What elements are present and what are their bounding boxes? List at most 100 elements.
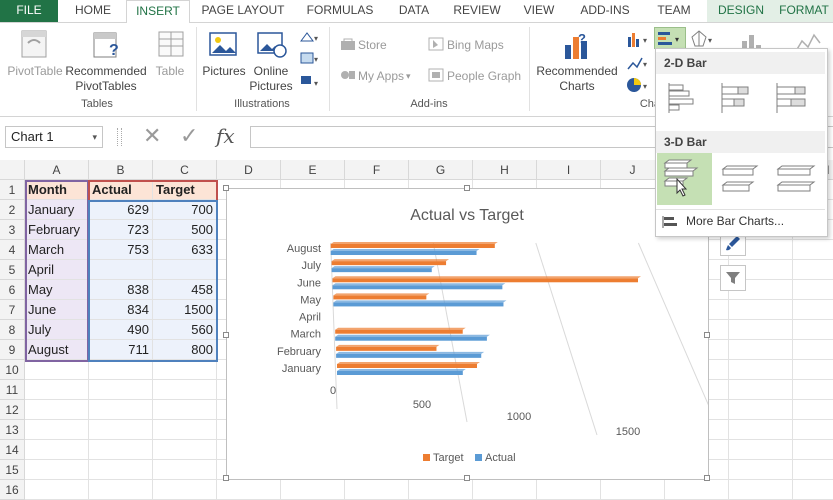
chart-object[interactable]: Actual vs Target January February March Apr…	[223, 185, 728, 481]
empty-cell[interactable]	[153, 420, 217, 440]
pictures-icon[interactable]	[208, 29, 238, 62]
clustered-bar-2d-option[interactable]	[666, 81, 700, 118]
row-header-7[interactable]: 7	[0, 300, 25, 320]
row-header-11[interactable]: 11	[0, 380, 25, 400]
empty-cell[interactable]	[729, 300, 793, 320]
empty-cell[interactable]	[793, 260, 833, 280]
empty-cell[interactable]	[793, 440, 833, 460]
bar-chart-button[interactable]: ▾	[654, 27, 686, 49]
bar-target-january[interactable]	[337, 364, 477, 368]
people-graph-button[interactable]: People Graph	[447, 69, 521, 84]
name-box-dropdown-icon[interactable]: ▾	[92, 127, 97, 147]
empty-cell[interactable]	[25, 460, 89, 480]
empty-cell[interactable]	[793, 380, 833, 400]
empty-cell[interactable]	[793, 300, 833, 320]
people-graph-icon[interactable]	[428, 68, 444, 85]
column-header-d[interactable]: D	[217, 160, 281, 180]
row-header-1[interactable]: 1	[0, 180, 25, 200]
empty-cell[interactable]	[153, 460, 217, 480]
data-cell[interactable]: 458	[153, 280, 217, 300]
store-icon[interactable]	[340, 37, 356, 54]
resize-handle[interactable]	[223, 332, 229, 338]
data-cell[interactable]: 800	[153, 340, 217, 360]
tab-design[interactable]: DESIGN	[707, 0, 775, 22]
bar-target-august[interactable]	[330, 244, 495, 248]
empty-cell[interactable]	[153, 360, 217, 380]
row-header-15[interactable]: 15	[0, 460, 25, 480]
column-header-i[interactable]: I	[537, 160, 601, 180]
empty-cell[interactable]	[25, 380, 89, 400]
chart-filters-button[interactable]	[720, 265, 746, 291]
header-cell[interactable]: Month	[25, 180, 89, 200]
empty-cell[interactable]	[729, 460, 793, 480]
empty-cell[interactable]	[153, 380, 217, 400]
online-pictures-icon[interactable]	[256, 29, 288, 62]
empty-cell[interactable]	[153, 440, 217, 460]
row-header-16[interactable]: 16	[0, 480, 25, 500]
bar-target-may[interactable]	[333, 295, 427, 300]
store-button[interactable]: Store	[358, 38, 387, 53]
resize-handle[interactable]	[704, 475, 710, 481]
data-cell[interactable]: 711	[89, 340, 153, 360]
name-box[interactable]: Chart 1 ▾	[5, 126, 103, 148]
enter-icon[interactable]: ✓	[180, 124, 198, 148]
bar-target-july[interactable]	[331, 261, 447, 266]
empty-cell[interactable]	[729, 400, 793, 420]
data-cell[interactable]: February	[25, 220, 89, 240]
100-stacked-bar-3d-option[interactable]	[774, 157, 816, 204]
column-header-b[interactable]: B	[89, 160, 153, 180]
empty-cell[interactable]	[217, 480, 281, 500]
column-chart-icon[interactable]: ▾	[626, 29, 652, 52]
bing-maps-icon[interactable]	[428, 37, 444, 54]
row-header-3[interactable]: 3	[0, 220, 25, 240]
empty-cell[interactable]	[729, 320, 793, 340]
empty-cell[interactable]	[793, 240, 833, 260]
column-header-c[interactable]: C	[153, 160, 217, 180]
column-header-g[interactable]: G	[409, 160, 473, 180]
chart-title[interactable]: Actual vs Target	[410, 207, 524, 224]
resize-handle[interactable]	[464, 185, 470, 191]
my-apps-icon[interactable]	[340, 68, 356, 85]
tab-team[interactable]: TEAM	[648, 0, 700, 22]
bar-actual-july[interactable]	[331, 268, 432, 273]
empty-cell[interactable]	[473, 480, 537, 500]
empty-cell[interactable]	[793, 280, 833, 300]
row-header-4[interactable]: 4	[0, 240, 25, 260]
empty-cell[interactable]	[729, 340, 793, 360]
legend-entry-actual[interactable]: Actual	[485, 452, 516, 464]
resize-handle[interactable]	[223, 185, 229, 191]
recommended-pivottables-icon[interactable]: ?	[92, 29, 122, 62]
empty-cell[interactable]	[793, 480, 833, 500]
resize-handle[interactable]	[464, 475, 470, 481]
data-cell[interactable]: June	[25, 300, 89, 320]
bar-target-february[interactable]	[336, 346, 437, 351]
tab-view[interactable]: VIEW	[515, 0, 563, 22]
my-apps-button[interactable]: My Apps	[358, 69, 404, 84]
more-bar-charts-link[interactable]: More Bar Charts...	[686, 214, 784, 228]
data-cell[interactable]: 633	[153, 240, 217, 260]
insert-function-icon[interactable]: fx	[216, 124, 235, 148]
100-stacked-bar-2d-option[interactable]	[774, 81, 808, 118]
bar-target-june[interactable]	[332, 278, 639, 283]
empty-cell[interactable]	[729, 480, 793, 500]
empty-cell[interactable]	[89, 480, 153, 500]
empty-cell[interactable]	[25, 400, 89, 420]
row-header-12[interactable]: 12	[0, 400, 25, 420]
tab-file[interactable]: FILE	[0, 0, 58, 22]
data-cell[interactable]: 838	[89, 280, 153, 300]
data-cell[interactable]: May	[25, 280, 89, 300]
tab-page-layout[interactable]: PAGE LAYOUT	[196, 0, 290, 22]
empty-cell[interactable]	[89, 440, 153, 460]
empty-cell[interactable]	[281, 480, 345, 500]
line-chart-icon[interactable]: ▾	[626, 53, 652, 76]
column-header-f[interactable]: F	[345, 160, 409, 180]
pivottable-icon[interactable]	[20, 29, 48, 62]
empty-cell[interactable]	[537, 480, 601, 500]
empty-cell[interactable]	[153, 400, 217, 420]
legend-entry-target[interactable]: Target	[433, 452, 464, 464]
empty-cell[interactable]	[89, 460, 153, 480]
stacked-bar-3d-option[interactable]	[719, 157, 761, 204]
row-header-6[interactable]: 6	[0, 280, 25, 300]
data-cell[interactable]: 834	[89, 300, 153, 320]
empty-cell[interactable]	[89, 420, 153, 440]
